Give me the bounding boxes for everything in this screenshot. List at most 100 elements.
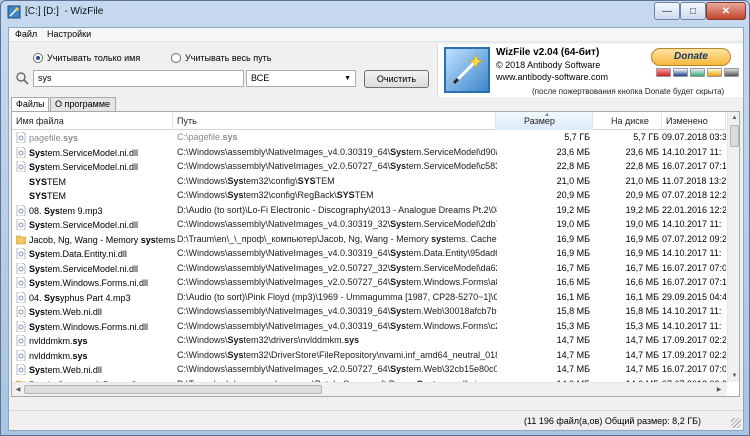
results-list: Имя файла Путь ▲ Размер На диске Изменено… <box>11 111 740 397</box>
tab-files[interactable]: Файлы <box>11 97 49 112</box>
file-name-cell: Jacob, Ng, Wang - Memory systems. Cache <box>16 234 176 247</box>
table-row[interactable]: 04. Sysyphus Part 4.mp3 D:\Audio (to sort… <box>12 291 726 306</box>
file-size: 20,9 МБ <box>556 190 590 200</box>
about-banner: WizFile v2.04 (64-бит) © 2018 Antibody S… <box>437 44 743 97</box>
donate-button[interactable]: Donate <box>651 48 731 66</box>
website-link[interactable]: www.antibody-software.com <box>496 72 608 82</box>
scroll-left-icon[interactable]: ◀ <box>12 383 24 396</box>
file-name-cell: System.Windows.Forms.ni.dll <box>16 277 176 290</box>
file-path: C:\Windows\assembly\NativeImages_v2.0.50… <box>177 364 497 374</box>
col-path[interactable]: Путь <box>173 112 496 130</box>
file-size: 14,7 МБ <box>556 335 590 345</box>
menu-settings[interactable]: Настройки <box>47 29 91 39</box>
file-icon <box>16 306 26 317</box>
chevron-down-icon: ▼ <box>344 75 351 82</box>
table-row[interactable]: System.Web.ni.dll C:\Windows\assembly\Nat… <box>12 363 726 378</box>
file-name: pagefile.sys <box>29 133 79 143</box>
file-path: C:\Windows\assembly\NativeImages_v2.0.50… <box>177 262 497 273</box>
status-text: (11 196 файл(а,ов) Общий размер: 8,2 ГБ) <box>524 416 701 426</box>
file-path: C:\Windows\System32\DriverStore\FileRepo… <box>177 349 497 360</box>
col-size[interactable]: ▲ Размер <box>496 112 593 130</box>
close-button[interactable]: ✕ <box>706 2 746 20</box>
horizontal-scroll-thumb[interactable] <box>24 385 322 394</box>
file-modified: 14.10.2017 11: <box>662 306 722 316</box>
file-name-cell: System.ServiceModel.ni.dll <box>16 219 176 232</box>
file-path: C:\Windows\System32\config\RegBack\SYSTE… <box>177 190 374 200</box>
file-size: 19,0 МБ <box>556 219 590 229</box>
table-row[interactable]: System.ServiceModel.ni.dll C:\Windows\ass… <box>12 218 726 233</box>
file-path: C:\Windows\System32\config\SYSTEM <box>177 175 335 186</box>
file-icon <box>16 161 26 172</box>
file-name-cell: SYSTEM <box>16 176 176 189</box>
table-row[interactable]: pagefile.sys C:\pagefile.sys 5,7 ГБ 5,7 ГБ 0… <box>12 131 726 146</box>
file-size: 16,9 МБ <box>556 233 590 244</box>
radio-full-path[interactable]: Учитывать весь путь <box>171 53 271 63</box>
file-modified: 14.10.2017 11: <box>662 248 722 258</box>
file-name: System.Data.Entity.ni.dll <box>29 249 127 259</box>
minimize-button[interactable]: — <box>654 2 680 20</box>
menu-bar: Файл Настройки <box>9 28 743 42</box>
col-name[interactable]: Имя файла <box>12 112 173 130</box>
scroll-up-icon[interactable]: ▲ <box>728 112 739 124</box>
scroll-down-icon[interactable]: ▼ <box>728 370 739 382</box>
maximize-button[interactable]: □ <box>680 2 706 20</box>
table-row[interactable]: 08. System 9.mp3 D:\Audio (to sort)\Lo-Fi… <box>12 204 726 219</box>
file-modified: 22.01.2016 12:2 <box>662 204 726 215</box>
file-name: System.ServiceModel.ni.dll <box>29 147 139 158</box>
file-disk-size: 23,6 МБ <box>625 146 659 157</box>
file-name-cell: System.ServiceModel.ni.dll <box>16 161 176 174</box>
scope-select[interactable]: ВСЕ ▼ <box>246 70 356 87</box>
col-disk[interactable]: На диске <box>593 112 662 130</box>
col-modified[interactable]: Изменено <box>662 112 726 130</box>
file-name-cell: nvlddmkm.sys <box>16 349 176 363</box>
file-disk-size: 19,0 МБ <box>625 219 659 229</box>
clear-button[interactable]: Очистить <box>364 70 429 88</box>
radio-indicator-off <box>171 53 181 63</box>
file-name: nvlddmkm.sys <box>29 350 88 361</box>
file-modified: 11.07.2018 13:2 <box>662 175 726 186</box>
file-modified: 17.09.2017 02:2 <box>662 335 726 345</box>
table-row[interactable]: SYSTEM C:\Windows\System32\config\RegBack… <box>12 189 726 204</box>
search-icon <box>16 72 29 85</box>
scroll-right-icon[interactable]: ▶ <box>713 383 725 396</box>
table-row[interactable]: SYSTEM C:\Windows\System32\config\SYSTEM 2… <box>12 175 726 190</box>
table-row[interactable]: System.Windows.Forms.ni.dll C:\Windows\as… <box>12 276 726 291</box>
vertical-scrollbar[interactable]: ▲ ▼ <box>727 112 739 382</box>
table-row[interactable]: System.ServiceModel.ni.dll C:\Windows\ass… <box>12 160 726 175</box>
menu-file[interactable]: Файл <box>15 29 37 39</box>
file-disk-size: 22,8 МБ <box>625 161 659 171</box>
table-row[interactable]: System.ServiceModel.ni.dll C:\Windows\ass… <box>12 146 726 161</box>
table-row[interactable]: nvlddmkm.sys C:\Windows\System32\drivers\… <box>12 334 726 349</box>
file-name: System.ServiceModel.ni.dll <box>29 220 139 230</box>
table-row[interactable]: nvlddmkm.sys C:\Windows\System32\DriverSt… <box>12 349 726 364</box>
table-row[interactable]: System.Web.ni.dll C:\Windows\assembly\Nat… <box>12 305 726 320</box>
file-icon <box>16 335 26 346</box>
table-row[interactable]: System.Windows.Forms.ni.dll C:\Windows\as… <box>12 320 726 335</box>
file-name-cell: System.ServiceModel.ni.dll <box>16 262 176 276</box>
table-row[interactable]: System.ServiceModel.ni.dll C:\Windows\ass… <box>12 262 726 277</box>
table-row[interactable]: System.Data.Entity.ni.dll C:\Windows\asse… <box>12 247 726 262</box>
file-size: 22,8 МБ <box>556 161 590 171</box>
file-size: 15,8 МБ <box>556 306 590 316</box>
file-name: System.ServiceModel.ni.dll <box>29 162 139 172</box>
radio-name-only[interactable]: Учитывать только имя <box>33 53 140 63</box>
client-area: Файл Настройки Учитывать только имя Учит… <box>8 27 744 431</box>
file-modified: 16.07.2017 07:0 <box>662 364 726 374</box>
file-size: 16,9 МБ <box>556 248 590 258</box>
horizontal-scrollbar[interactable]: ◀ ▶ <box>12 382 727 396</box>
file-name: System.ServiceModel.ni.dll <box>29 263 139 274</box>
tab-about[interactable]: О программе <box>50 97 116 111</box>
file-path: C:\Windows\assembly\NativeImages_v4.0.30… <box>177 219 497 229</box>
table-row[interactable]: Jacob, Ng, Wang - Memory systems. CacheD… <box>12 233 726 248</box>
file-path: C:\Windows\assembly\NativeImages_v4.0.30… <box>177 146 497 157</box>
search-input[interactable]: sys <box>33 70 244 87</box>
bank-icon <box>724 68 739 77</box>
resize-grip-icon[interactable] <box>731 418 741 428</box>
col-size-label: Размер <box>524 116 555 126</box>
window-title: [C:] [D:] - WizFile <box>25 6 104 17</box>
file-size: 16,1 МБ <box>556 291 590 302</box>
file-name: System.Windows.Forms.ni.dll <box>29 278 149 288</box>
vertical-scroll-thumb[interactable] <box>730 125 739 147</box>
file-disk-size: 20,9 МБ <box>625 190 659 200</box>
file-path: D:\Audio (to sort)\Lo-Fi Electronic - Di… <box>177 204 497 215</box>
